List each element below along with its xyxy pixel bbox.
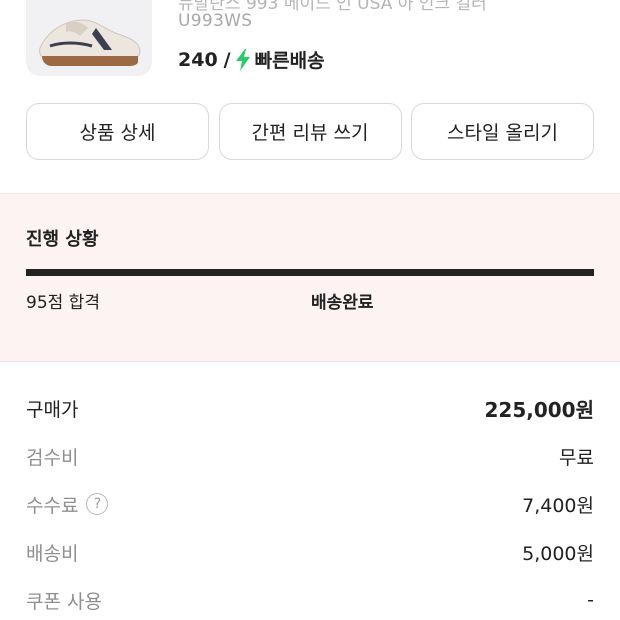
coupon-value: - <box>587 589 594 611</box>
delivery-fee-value: 5,000원 <box>522 542 594 565</box>
inspection-fee-label: 검수비 <box>26 446 79 469</box>
help-icon[interactable]: ? <box>86 493 109 515</box>
progress-bar <box>26 269 594 276</box>
inspection-fee-value: 무료 <box>559 446 594 469</box>
coupon-label: 쿠폰 사용 <box>26 590 102 613</box>
progress-title: 진행 상황 <box>26 229 99 250</box>
commission-row: 수수료 ? 7,400원 <box>26 480 594 528</box>
sneaker-image <box>39 19 141 66</box>
inspection-result: 95점 합격 <box>26 293 100 313</box>
action-buttons: 상품 상세 간편 리뷰 쓰기 스타일 올리기 <box>26 103 594 160</box>
commission-label-group: 수수료 ? <box>26 491 109 518</box>
product-summary[interactable]: 뉴발란스 993 메이드 인 USA 아 인크 컬러 U993WS 240 / … <box>0 0 620 100</box>
commission-label: 수수료 <box>26 494 79 517</box>
purchase-price-label: 구매가 <box>26 398 79 421</box>
delivery-status: 배송완료 <box>311 293 374 313</box>
product-option: 240 / 빠른배송 <box>178 46 325 73</box>
product-detail-button[interactable]: 상품 상세 <box>26 103 209 160</box>
lightning-icon <box>235 48 251 71</box>
progress-fill <box>26 269 594 276</box>
progress-section: 진행 상황 95점 합격 배송완료 <box>0 193 620 362</box>
product-model: U993WS <box>178 11 253 31</box>
coupon-row: 쿠폰 사용 - <box>26 576 594 620</box>
delivery-fee-row: 배송비 5,000원 <box>26 528 594 576</box>
shipping-type: 빠른배송 <box>254 50 325 72</box>
product-size: 240 <box>178 48 218 71</box>
inspection-fee-row: 검수비 무료 <box>26 432 594 480</box>
option-separator: / <box>223 48 231 71</box>
price-breakdown: 구매가 225,000원 검수비 무료 수수료 ? 7,400원 배송비 5,0… <box>26 384 594 620</box>
delivery-fee-label: 배송비 <box>26 542 79 565</box>
commission-value: 7,400원 <box>522 494 594 517</box>
purchase-price-row: 구매가 225,000원 <box>26 384 594 432</box>
write-review-button[interactable]: 간편 리뷰 쓰기 <box>218 103 402 160</box>
purchase-price-value: 225,000원 <box>484 397 595 422</box>
upload-style-button[interactable]: 스타일 올리기 <box>411 103 594 160</box>
product-thumbnail[interactable] <box>26 0 152 76</box>
